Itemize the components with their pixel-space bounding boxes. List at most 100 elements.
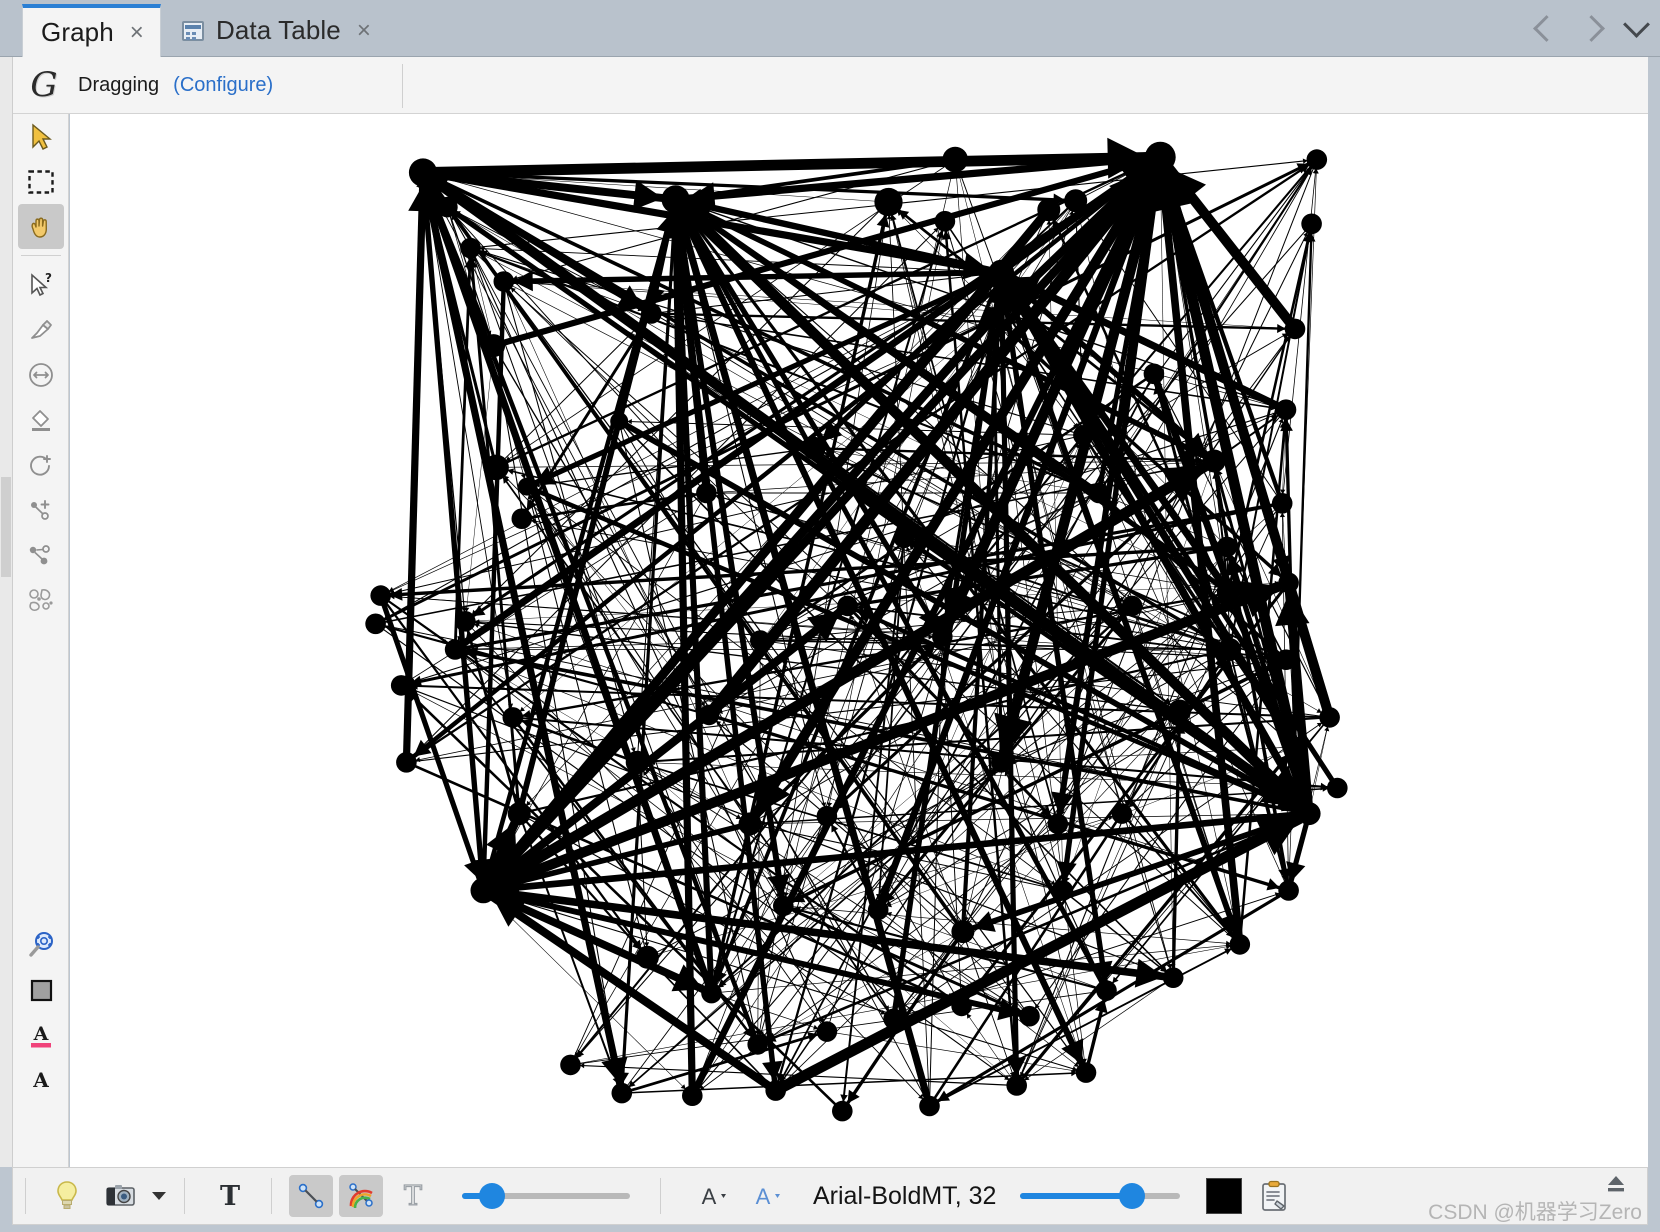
- graph-node[interactable]: [682, 1085, 703, 1106]
- screenshot-camera-button[interactable]: [100, 1175, 142, 1217]
- center-on-graph-tool[interactable]: [13, 922, 69, 967]
- graph-node[interactable]: [698, 704, 720, 726]
- graph-node[interactable]: [738, 812, 762, 836]
- graph-node[interactable]: [1073, 425, 1094, 446]
- graph-node[interactable]: [625, 750, 649, 774]
- add-edge-tool[interactable]: [13, 487, 69, 532]
- show-hide-labels-hint-button[interactable]: [46, 1175, 88, 1217]
- eject-panel-icon[interactable]: [1605, 1174, 1627, 1194]
- graph-canvas[interactable]: [70, 114, 1648, 1167]
- show-node-labels-button[interactable]: T: [209, 1175, 251, 1217]
- graph-node[interactable]: [1306, 149, 1328, 170]
- graph-node[interactable]: [1047, 813, 1069, 835]
- graph-node[interactable]: [493, 271, 515, 292]
- paint-brush-tool[interactable]: [13, 307, 69, 352]
- graph-node[interactable]: [511, 508, 533, 529]
- graph-node[interactable]: [1006, 1075, 1027, 1096]
- graph-node[interactable]: [611, 1082, 633, 1104]
- graph-node[interactable]: [765, 1080, 786, 1101]
- rectangle-select-tool[interactable]: [13, 159, 69, 204]
- graph-node[interactable]: [1278, 572, 1299, 594]
- graph-node[interactable]: [747, 1034, 768, 1055]
- node-label-font-button[interactable]: A: [693, 1175, 735, 1217]
- label-color-tool[interactable]: A: [13, 1012, 69, 1057]
- cluster-tool[interactable]: [13, 577, 69, 622]
- graph-node[interactable]: [1216, 580, 1240, 604]
- graph-node[interactable]: [934, 210, 956, 232]
- graph-node[interactable]: [1143, 363, 1165, 385]
- graph-node[interactable]: [517, 477, 536, 496]
- graph-node[interactable]: [1037, 198, 1061, 222]
- graph-node[interactable]: [1111, 803, 1133, 824]
- graph-node[interactable]: [832, 1100, 853, 1122]
- graph-node[interactable]: [470, 877, 497, 904]
- graph-node[interactable]: [1052, 880, 1074, 901]
- graph-node[interactable]: [610, 412, 629, 431]
- graph-node[interactable]: [919, 1095, 940, 1117]
- graph-node[interactable]: [483, 454, 509, 481]
- graph-node[interactable]: [507, 802, 531, 826]
- graph-node[interactable]: [867, 899, 889, 921]
- graph-node[interactable]: [370, 585, 392, 606]
- graph-node[interactable]: [1019, 1005, 1040, 1027]
- graph-node[interactable]: [1144, 141, 1176, 173]
- graph-node[interactable]: [696, 482, 717, 504]
- graph-node[interactable]: [1064, 189, 1088, 213]
- tab-graph-close-icon[interactable]: ×: [130, 20, 144, 45]
- screenshot-options-caret-icon[interactable]: [152, 1192, 166, 1200]
- graph-node[interactable]: [396, 752, 417, 773]
- tab-list-chevron-down-icon[interactable]: [1623, 11, 1650, 38]
- graph-node[interactable]: [1301, 213, 1322, 235]
- configure-link[interactable]: (Configure): [173, 74, 273, 97]
- graph-node[interactable]: [1075, 1062, 1097, 1083]
- label-size-thumb[interactable]: [1119, 1183, 1146, 1209]
- edge-thickness-slider[interactable]: [462, 1183, 630, 1209]
- graph-node[interactable]: [437, 196, 458, 218]
- label-font-value[interactable]: Arial-BoldMT, 32: [813, 1182, 996, 1211]
- graph-node[interactable]: [951, 920, 975, 944]
- edge-thickness-track[interactable]: [462, 1183, 630, 1209]
- graph-node[interactable]: [1121, 595, 1143, 617]
- graph-node[interactable]: [661, 185, 690, 214]
- graph-node[interactable]: [1284, 736, 1306, 758]
- show-edge-labels-button[interactable]: T: [392, 1175, 434, 1217]
- graph-node[interactable]: [560, 1054, 581, 1076]
- background-color-tool[interactable]: [13, 967, 69, 1012]
- graph-node[interactable]: [1229, 934, 1251, 955]
- next-tab-chevron-icon[interactable]: [1578, 14, 1605, 42]
- graph-node[interactable]: [802, 436, 826, 460]
- label-font-tool[interactable]: A: [13, 1057, 69, 1102]
- graph-node[interactable]: [1088, 482, 1110, 504]
- graph-node[interactable]: [1168, 699, 1192, 723]
- graph-node[interactable]: [1284, 318, 1306, 340]
- node-size-tool[interactable]: [13, 352, 69, 397]
- graph-node[interactable]: [1271, 493, 1293, 514]
- graph-node[interactable]: [1275, 399, 1297, 421]
- edge-thickness-thumb[interactable]: [479, 1183, 506, 1209]
- graph-node[interactable]: [1216, 536, 1238, 558]
- graph-node[interactable]: [390, 675, 412, 696]
- graph-node[interactable]: [635, 945, 659, 969]
- left-strip-scroll-thumb[interactable]: [1, 477, 11, 577]
- edge-direction-tool[interactable]: [13, 532, 69, 577]
- label-size-slider[interactable]: [1020, 1183, 1181, 1209]
- graph-node[interactable]: [1278, 880, 1299, 901]
- paint-bucket-tool[interactable]: [13, 397, 69, 442]
- graph-node[interactable]: [1218, 638, 1242, 661]
- tab-data-table[interactable]: Data Table ×: [168, 4, 385, 57]
- tab-graph[interactable]: Graph ×: [22, 4, 161, 57]
- edge-color-rainbow-button[interactable]: [339, 1175, 383, 1217]
- graph-node[interactable]: [1319, 707, 1340, 728]
- graph-node[interactable]: [365, 613, 386, 635]
- graph-node[interactable]: [502, 707, 524, 728]
- graph-node[interactable]: [1297, 802, 1321, 826]
- graph-node[interactable]: [444, 639, 466, 660]
- label-size-track[interactable]: [1020, 1183, 1181, 1209]
- graph-node[interactable]: [641, 303, 662, 324]
- graph-node[interactable]: [482, 334, 506, 358]
- graph-node[interactable]: [816, 1021, 838, 1042]
- graph-node[interactable]: [983, 307, 1004, 328]
- graph-node[interactable]: [991, 752, 1012, 773]
- hand-drag-tool[interactable]: [18, 204, 64, 249]
- graph-node[interactable]: [1327, 777, 1348, 799]
